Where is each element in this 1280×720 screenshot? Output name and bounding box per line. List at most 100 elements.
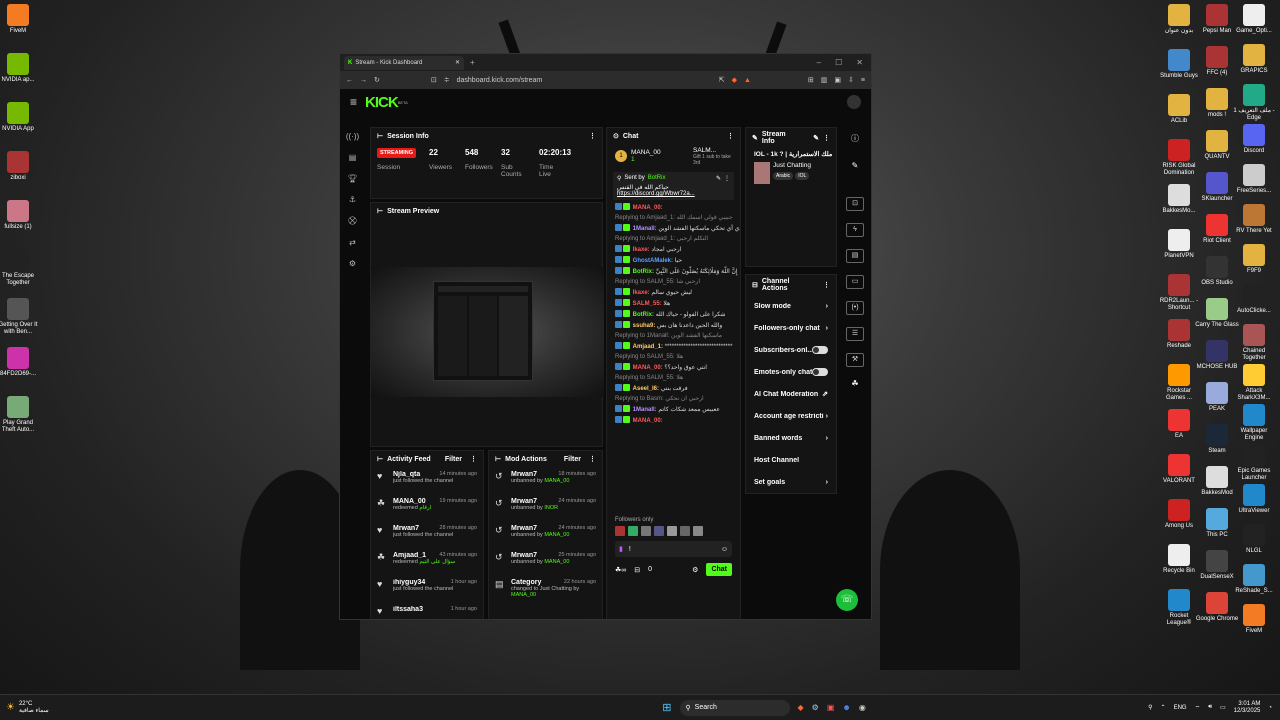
chat-reply-context[interactable]: Replying to Basm: ارحبي ان نحكي	[607, 394, 740, 404]
chat-settings-icon[interactable]: ⚙	[692, 566, 698, 574]
chat-username[interactable]: MANA_00:	[633, 418, 663, 424]
chat-message[interactable]: ssuha9: والله الحين داعدنا هان بس	[607, 320, 740, 331]
support-chat-icon[interactable]: ☏	[836, 589, 858, 611]
activity-user[interactable]: Njla_qta	[393, 471, 420, 478]
chat-reply-context[interactable]: Replying to Amjaad_1: حبيبي قولي اسمك ال…	[607, 213, 740, 223]
emote-icon[interactable]	[628, 526, 638, 536]
chat-message[interactable]: MANA_00:	[607, 202, 740, 213]
sidebar-icon[interactable]: ▥	[821, 76, 828, 84]
desktop-icon[interactable]: Game_Opti...	[1232, 4, 1276, 35]
hamburger-icon[interactable]: ≡	[350, 95, 357, 109]
more-icon[interactable]: ⋮	[589, 132, 596, 140]
chat-message[interactable]: 1Manall: لا ذي أي تحكي ماسكتها الفشد الو…	[607, 223, 740, 234]
emoji-icon[interactable]: ☺	[721, 546, 728, 553]
emote-icon[interactable]	[680, 526, 690, 536]
chat-message[interactable]: BotRix: شكرا على الفولو - حياك الله	[607, 309, 740, 320]
mod-action-by[interactable]: INOR	[544, 505, 558, 511]
gift-cta[interactable]: Gift 1 sub to take 3rd	[693, 154, 732, 166]
more-icon[interactable]: ⋮	[470, 455, 477, 463]
url-field[interactable]: dashboard.kick.com/stream	[457, 77, 712, 84]
emote-icon[interactable]	[654, 526, 664, 536]
chat-message[interactable]: lkaxe: ارحبي امجاد	[607, 244, 740, 255]
chat-username[interactable]: BotRix:	[633, 269, 654, 275]
activity-user[interactable]: Amjaad_1	[393, 552, 426, 559]
rail-settings-icon[interactable]: ⚙	[340, 259, 365, 268]
volume-icon[interactable]: 🔊︎	[1208, 704, 1212, 711]
channel-action-subscribers-onl[interactable]: Subscribers-onl...	[746, 339, 836, 361]
desktop-icon[interactable]: ReShade_S...	[1232, 564, 1276, 595]
desktop-icon[interactable]: NVIDIA ap...	[0, 53, 40, 84]
notification-icon[interactable]: ◔	[1268, 705, 1272, 711]
emote-icon[interactable]	[693, 526, 703, 536]
minimize-icon[interactable]: –	[817, 58, 821, 67]
activity-filter-button[interactable]: Filter	[445, 456, 462, 463]
desktop-icon[interactable]: FiveM	[0, 4, 40, 35]
channel-action-set-goals[interactable]: Set goals ›	[746, 471, 836, 493]
taskbar-search[interactable]: ⚲ Search	[679, 699, 790, 716]
rewards-icon[interactable]: ▲	[744, 77, 751, 84]
activity-user[interactable]: MANA_00	[393, 498, 426, 505]
desktop-icon[interactable]: Epic Games Launcher	[1232, 444, 1276, 482]
chat-message[interactable]: MANA_00:	[607, 415, 740, 426]
mod-action-user[interactable]: Mrwan7	[511, 525, 537, 532]
obs-taskbar-icon[interactable]: ◉	[859, 703, 866, 712]
more-icon[interactable]: ⋮	[589, 455, 596, 463]
more-icon[interactable]: ⋮	[724, 175, 730, 182]
chat-message[interactable]: Amjaad_1: *****************************	[607, 341, 740, 352]
chat-username[interactable]: GhostAMalek:	[633, 258, 673, 264]
channel-action-ai-chat-moderation[interactable]: AI Chat Moderation ⇗	[746, 383, 836, 405]
chat-username[interactable]: MANA_00:	[633, 365, 663, 371]
desktop-icon[interactable]: fullsize (1)	[0, 200, 40, 231]
desktop-icon[interactable]: RV There Yet	[1232, 204, 1276, 235]
mod-action-by[interactable]: MANA_00	[544, 559, 569, 565]
channel-action-emotes-only-chat[interactable]: Emotes-only chat	[746, 361, 836, 383]
chat-username[interactable]: 1Manall:	[633, 407, 657, 413]
rail-stream-icon[interactable]: ((·))	[340, 132, 365, 141]
chat-input[interactable]: !	[629, 546, 715, 553]
windows-start-icon[interactable]: ⊞	[662, 701, 671, 714]
mod-action-user[interactable]: Mrwan7	[511, 552, 537, 559]
desktop-icon[interactable]: Play Grand Theft Auto...	[0, 396, 40, 434]
avatar[interactable]	[847, 95, 861, 109]
activity-user[interactable]: Mrwan7	[393, 525, 419, 532]
kick-logo[interactable]: KICK	[365, 94, 399, 111]
chat-reply-context[interactable]: Replying to 1Manall: ماسكتها الفشد الوين	[607, 331, 740, 341]
chat-message[interactable]: SALM_55: هلا	[607, 298, 740, 309]
toggle-switch[interactable]	[812, 368, 828, 376]
channel-action-account-age-restricti[interactable]: Account age restricti ›	[746, 405, 836, 427]
pencil-icon[interactable]: ✎	[846, 161, 864, 175]
mod-action-by[interactable]: MANA_00	[544, 478, 569, 484]
desktop-icon[interactable]: ziboxi	[0, 151, 40, 182]
mod-action-user[interactable]: Category	[511, 579, 541, 586]
discord-taskbar-icon[interactable]: ☻	[842, 703, 850, 712]
desktop-icon[interactable]: 84FD2D69-...	[0, 347, 40, 378]
emote-icon[interactable]	[641, 526, 651, 536]
desktop-icon[interactable]: FiveM	[1232, 604, 1276, 635]
rail-community-icon[interactable]: ⚓︎	[340, 195, 365, 204]
chat-username[interactable]: Amjaad_1:	[633, 344, 663, 350]
site-info-icon[interactable]: ≑	[444, 76, 450, 84]
chat-bubble-icon[interactable]: ▭	[846, 275, 864, 289]
brave-taskbar-icon[interactable]: ◆	[798, 703, 804, 712]
broadcast-icon[interactable]: (•)	[846, 301, 864, 315]
desktop-icon[interactable]: Discord	[1232, 124, 1276, 155]
channel-action-followers-only-chat[interactable]: Followers-only chat ›	[746, 317, 836, 339]
weather-widget[interactable]: ☀ 22°C سماء صافية	[0, 701, 200, 715]
desktop-icon[interactable]: UltraViewer	[1232, 484, 1276, 515]
channel-action-banned-words[interactable]: Banned words ›	[746, 427, 836, 449]
edit-icon[interactable]: ✎	[813, 134, 819, 142]
chat-username[interactable]: lkaxe:	[633, 290, 650, 296]
desktop-icon[interactable]: NVIDIA App	[0, 102, 40, 133]
emote-icon[interactable]	[667, 526, 677, 536]
chat-username[interactable]: lkaxe:	[633, 247, 650, 253]
language-indicator[interactable]: ENG	[1174, 705, 1187, 711]
desktop-icon[interactable]: Chained Together	[1232, 324, 1276, 362]
bookmark-icon[interactable]: ⊡	[431, 76, 437, 84]
forward-icon[interactable]: →	[360, 77, 367, 84]
new-tab-icon[interactable]: +	[470, 58, 475, 67]
browser-taskbar-icon[interactable]: ▣	[827, 703, 835, 712]
more-icon[interactable]: ⋮	[727, 132, 734, 140]
tray-chevron-icon[interactable]: ⌃	[1161, 704, 1166, 711]
wrench-icon[interactable]: ⚒	[846, 353, 864, 367]
clipboard-icon[interactable]: ▤	[846, 249, 864, 263]
